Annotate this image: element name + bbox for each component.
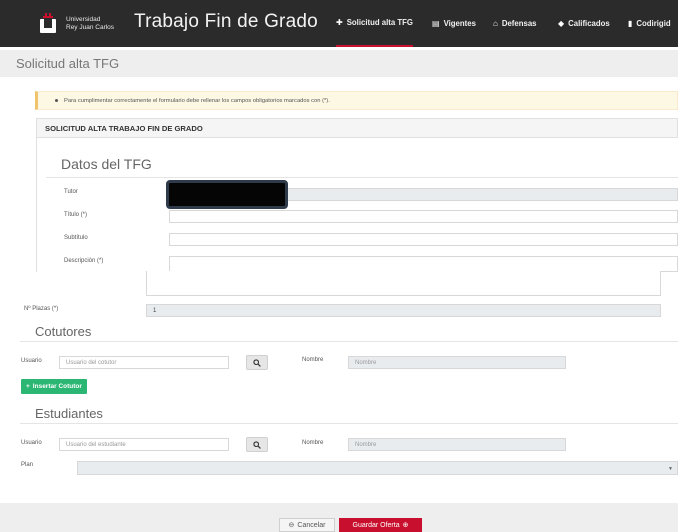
page-title: Solicitud alta TFG — [16, 56, 120, 71]
cotutor-search-button[interactable] — [246, 355, 268, 370]
university-line2: Rey Juan Carlos — [66, 24, 115, 31]
nav-codirigidos[interactable]: ▮ Codirigid — [628, 0, 671, 47]
placeholder: Nombre — [355, 442, 377, 448]
file-icon: ▮ — [628, 19, 633, 28]
subtitulo-label: Subtítulo — [64, 235, 88, 241]
section-divider — [20, 341, 678, 342]
placeholder: Usuario del estudiante — [66, 442, 126, 448]
insertar-cotutor-button[interactable]: + Insertar Cotutor — [21, 379, 87, 394]
plan-select[interactable]: ▼ — [77, 461, 678, 475]
section-divider — [20, 423, 678, 424]
subtitulo-input[interactable] — [169, 233, 678, 246]
chevron-down-icon: ▼ — [668, 466, 673, 472]
nav-label: Codirigid — [636, 19, 671, 28]
nav-defensas[interactable]: ⌂ Defensas — [493, 0, 537, 47]
bullet-icon — [55, 98, 58, 102]
titulo-label: Título (*) — [64, 212, 88, 218]
descripcion-textarea-top[interactable] — [169, 256, 678, 272]
estudiante-usuario-input[interactable]: Usuario del estudiante — [59, 438, 229, 451]
titulo-input[interactable] — [169, 210, 678, 223]
panel-title: SOLICITUD ALTA TRABAJO FIN DE GRADO — [36, 118, 678, 138]
estudiante-nombre-input: Nombre — [348, 438, 566, 451]
top-navbar: Universidad Rey Juan Carlos Trabajo Fin … — [0, 0, 678, 47]
cotutor-nombre-label: Nombre — [302, 357, 324, 363]
nav-label: Solicitud alta TFG — [346, 18, 413, 27]
cotutor-usuario-label: Usuario — [21, 358, 42, 364]
placeholder: Usuario del cotutor — [66, 360, 117, 366]
redacted-block — [166, 180, 288, 209]
button-label: Insertar Cotutor — [32, 383, 82, 390]
page-header: Solicitud alta TFG — [0, 50, 678, 77]
plazas-value: 1 — [153, 308, 157, 314]
descripcion-label: Descripción (*) — [64, 258, 104, 264]
arrow-right-icon: ⊕ — [402, 522, 409, 529]
document-icon: ▤ — [432, 19, 440, 28]
university-line1: Universidad — [66, 16, 101, 23]
section-title-cotutores: Cotutores — [35, 324, 92, 339]
descripcion-textarea[interactable] — [146, 271, 661, 296]
plazas-label: Nº Plazas (*) — [24, 306, 59, 312]
search-icon — [253, 358, 261, 367]
placeholder: Nombre — [355, 360, 377, 366]
section-title-estudiantes: Estudiantes — [35, 406, 103, 421]
nav-vigentes[interactable]: ▤ Vigentes — [432, 0, 476, 47]
graduation-cap-icon: ◆ — [558, 19, 565, 28]
nav-label: Defensas — [501, 19, 537, 28]
nav-label: Calificados — [568, 19, 610, 28]
cancel-button[interactable]: ⊖ Cancelar — [279, 518, 335, 532]
back-arrow-icon: ⊖ — [288, 522, 295, 529]
institution-icon: ⌂ — [493, 19, 498, 28]
nav-label: Vigentes — [443, 19, 476, 28]
plus-icon: ✚ — [336, 18, 343, 27]
plan-label: Plan — [21, 462, 34, 468]
alert-text: Para cumplimentar correctamente el formu… — [64, 98, 330, 104]
tutor-label: Tutor — [64, 189, 78, 195]
estudiante-usuario-label: Usuario — [21, 440, 42, 446]
section-title-datos: Datos del TFG — [61, 156, 152, 172]
section-divider — [46, 177, 678, 178]
university-name: Universidad Rey Juan Carlos — [66, 16, 114, 32]
search-icon — [253, 440, 261, 449]
nav-solicitud-alta[interactable]: ✚ Solicitud alta TFG — [336, 0, 413, 47]
nav-calificados[interactable]: ◆ Calificados — [558, 0, 610, 47]
app-title: Trabajo Fin de Grado — [134, 11, 318, 32]
button-label: Guardar Oferta — [352, 521, 400, 529]
plazas-input[interactable]: 1 — [146, 304, 661, 317]
button-label: Cancelar — [297, 521, 326, 529]
info-alert: Para cumplimentar correctamente el formu… — [35, 91, 678, 110]
cotutor-nombre-input: Nombre — [348, 356, 566, 369]
cotutor-usuario-input[interactable]: Usuario del cotutor — [59, 356, 229, 369]
save-button[interactable]: Guardar Oferta ⊕ — [339, 518, 422, 532]
urjc-logo-icon — [40, 13, 56, 33]
estudiante-nombre-label: Nombre — [302, 440, 324, 446]
estudiante-search-button[interactable] — [246, 437, 268, 452]
plus-icon: + — [26, 383, 30, 390]
